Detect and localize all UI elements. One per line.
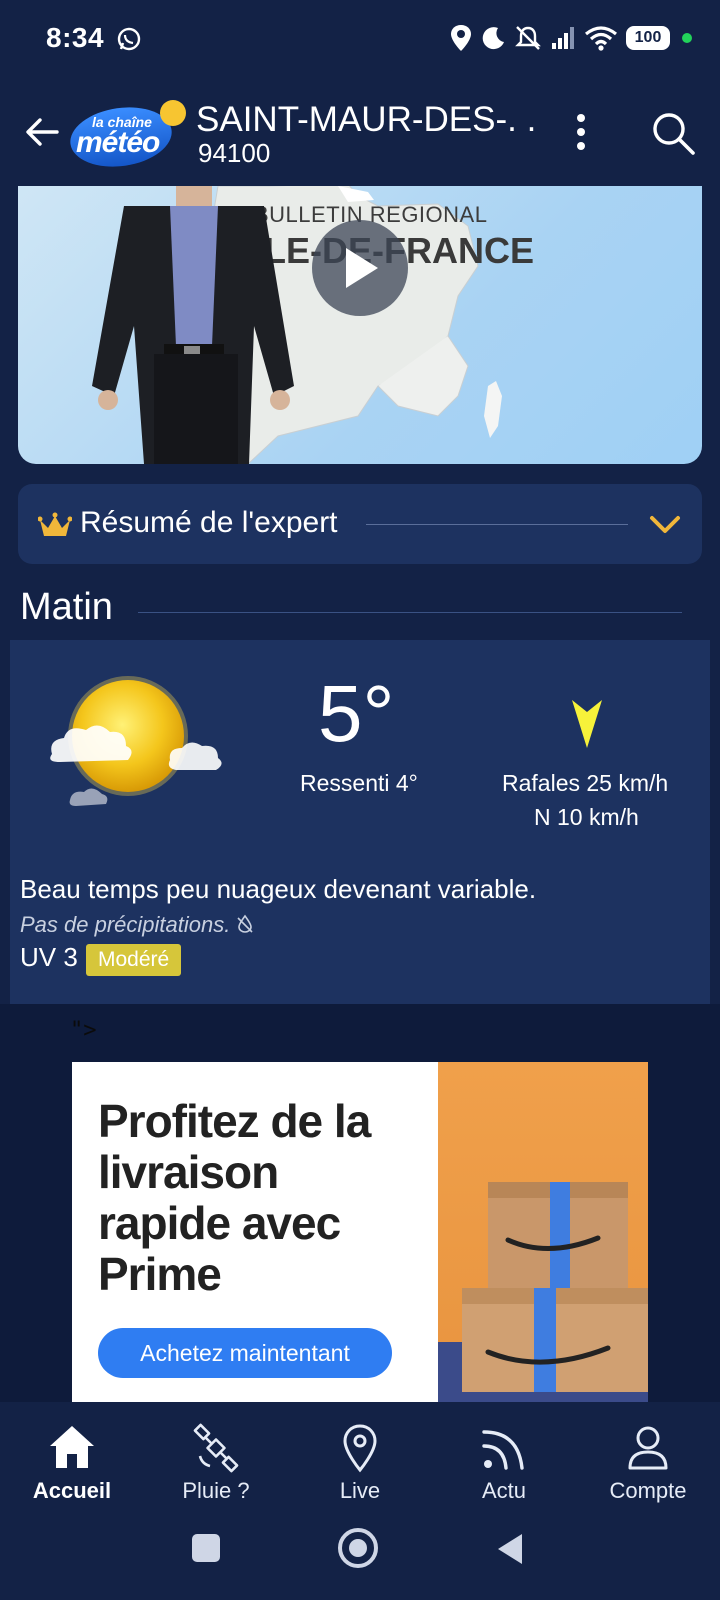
wind-direction-arrow-icon xyxy=(572,700,602,748)
back-system-button[interactable] xyxy=(498,1534,522,1564)
nav-actu[interactable]: Actu xyxy=(432,1402,576,1512)
more-vert-icon xyxy=(577,114,585,122)
nav-label-compte: Compte xyxy=(609,1478,687,1503)
battery-icon: 100 xyxy=(626,26,670,50)
back-arrow-icon xyxy=(26,118,59,146)
nav-label-live: Live xyxy=(339,1478,381,1503)
signal-icon xyxy=(552,27,574,49)
privacy-indicator-dot xyxy=(682,33,692,43)
ad-stray-text: "> xyxy=(70,1018,97,1043)
status-icons: 100 xyxy=(450,22,692,54)
app-logo: la chaîne météo xyxy=(66,100,188,173)
ad-banner[interactable]: Profitez de la livraison rapide avec Pri… xyxy=(72,1062,648,1402)
whatsapp-icon xyxy=(117,27,141,51)
uv-level-badge: Modéré xyxy=(86,944,182,976)
bottom-navigation: Accueil Pluie ? Live Actu Compte xyxy=(0,1402,720,1512)
precipitation-text: Pas de précipitations. xyxy=(20,912,231,937)
expert-summary-toggle[interactable]: Résumé de l'expert xyxy=(18,484,702,564)
package-boxes-image xyxy=(438,1182,648,1402)
video-player[interactable]: BULLETIN REGIONAL ÎLE-DE-FRANCE xyxy=(18,186,702,464)
system-navigation-bar xyxy=(0,1512,720,1600)
home-icon xyxy=(50,1426,94,1468)
satellite-icon xyxy=(193,1423,239,1473)
crown-icon xyxy=(38,512,72,536)
nav-accueil[interactable]: Accueil xyxy=(0,1402,144,1512)
uv-index: UV 3 xyxy=(20,942,78,972)
nav-label-actu: Actu xyxy=(481,1478,527,1503)
location-icon xyxy=(451,25,471,51)
search-icon[interactable] xyxy=(650,110,696,156)
presenter-image xyxy=(92,186,294,464)
weather-description: Beau temps peu nuageux devenant variable… xyxy=(20,874,537,904)
home-system-button[interactable] xyxy=(338,1528,378,1568)
section-title-matin: Matin xyxy=(20,586,113,628)
nav-compte[interactable]: Compte xyxy=(576,1402,720,1512)
ad-headline: Profitez de la livraison rapide avec Pri… xyxy=(98,1095,371,1300)
forecast-card-matin: 5° Ressenti 4° Rafales 25 km/h N 10 km/h… xyxy=(10,640,710,1004)
ad-area: "> Profitez de la livraison rapide avec … xyxy=(0,1004,720,1402)
wifi-icon xyxy=(585,26,617,51)
nav-live[interactable]: Live xyxy=(288,1402,432,1512)
wind-speed: N 10 km/h xyxy=(534,804,639,830)
play-icon xyxy=(346,248,378,288)
recents-button[interactable] xyxy=(192,1534,220,1562)
mute-icon xyxy=(515,26,541,50)
location-pin-icon xyxy=(343,1424,377,1473)
nav-pluie[interactable]: Pluie ? xyxy=(144,1402,288,1512)
wind-gusts: Rafales 25 km/h xyxy=(502,770,669,796)
divider xyxy=(366,524,628,525)
temperature: 5° xyxy=(318,669,395,758)
no-rain-icon xyxy=(237,914,253,933)
ad-cta-button[interactable]: Achetez maintentant xyxy=(98,1328,392,1378)
account-icon xyxy=(628,1426,668,1470)
city-name: SAINT-MAUR-DES-. . xyxy=(196,100,537,139)
nav-label-pluie: Pluie ? xyxy=(182,1478,250,1503)
moon-icon xyxy=(482,27,504,50)
precipitation-info: Pas de précipitations. xyxy=(20,912,254,938)
more-options-button[interactable] xyxy=(566,110,596,154)
expert-summary-label: Résumé de l'expert xyxy=(80,506,338,539)
postcode: 94100 xyxy=(198,138,271,168)
play-button[interactable] xyxy=(312,220,408,316)
nav-label-accueil: Accueil xyxy=(32,1478,112,1503)
feels-like: Ressenti 4° xyxy=(300,770,418,796)
status-time: 8:34 xyxy=(46,22,105,53)
ad-image xyxy=(438,1062,648,1402)
logo-big-text: météo xyxy=(76,126,160,159)
sun-cloud-icon xyxy=(50,676,222,806)
app-header: la chaîne météo SAINT-MAUR-DES-. . 94100 xyxy=(0,80,720,186)
feed-icon xyxy=(482,1430,524,1470)
back-button[interactable] xyxy=(22,112,62,152)
logo-sun xyxy=(160,100,186,126)
status-bar: 8:34 100 xyxy=(0,0,720,80)
chevron-down-icon xyxy=(650,516,680,533)
divider xyxy=(138,612,682,613)
